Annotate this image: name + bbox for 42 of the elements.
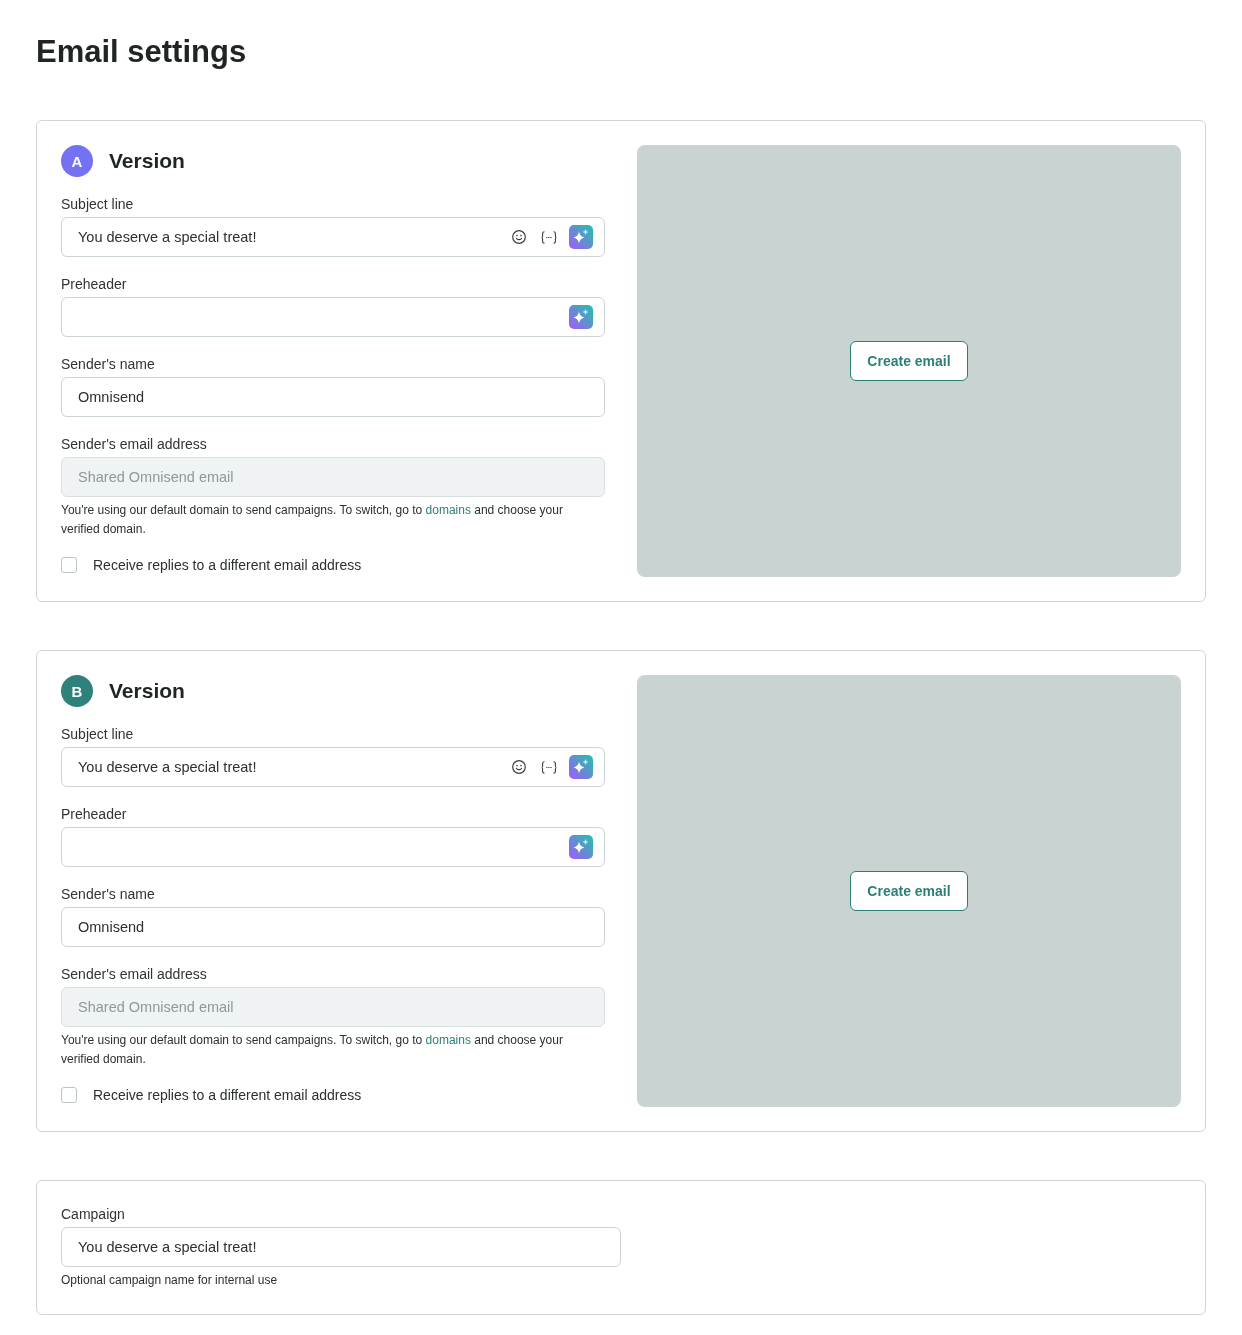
reply-checkbox[interactable] [61, 557, 77, 573]
reply-checkbox[interactable] [61, 1087, 77, 1103]
field-label: Subject line [61, 725, 135, 743]
braces-icon [541, 230, 557, 244]
ai-assist-button[interactable] [569, 225, 593, 249]
domain-hint-text: You're using our default domain to send campaigns. To switch, go to domains and choose your verified domain. [61, 1032, 564, 1068]
emoji-icon [512, 230, 526, 244]
sender-name-input[interactable]: Omnisend [61, 377, 605, 417]
field-label: Preheader [61, 275, 128, 293]
field-label: Sender's name [61, 355, 156, 373]
sparkle-icon [569, 755, 593, 779]
preheader-input[interactable] [61, 297, 605, 337]
create-email-button[interactable]: Create email [850, 871, 968, 911]
ai-assist-button[interactable] [569, 835, 593, 859]
page-title: Email settings [36, 33, 248, 71]
preheader-input[interactable] [61, 827, 605, 867]
subject-line-input[interactable]: You deserve a special treat! [61, 747, 605, 787]
field-label: Sender's email address [61, 965, 208, 983]
sender-name-input[interactable]: Omnisend [61, 907, 605, 947]
domain-hint-text: You're using our default domain to send campaigns. To switch, go to domains and choose your verified domain. [61, 502, 564, 538]
version-badge: A [61, 145, 93, 177]
ai-assist-button[interactable] [569, 755, 593, 779]
sparkle-icon [569, 305, 593, 329]
field-label: Sender's email address [61, 435, 208, 453]
version-title: Version [109, 149, 185, 173]
field-label: Campaign [61, 1205, 126, 1223]
sparkle-icon [569, 225, 593, 249]
braces-icon [541, 760, 557, 774]
field-label: Sender's name [61, 885, 156, 903]
version-badge: B [61, 675, 93, 707]
ai-assist-button[interactable] [569, 305, 593, 329]
campaign-hint-text: Optional campaign name for internal use [61, 1272, 279, 1289]
create-email-button[interactable]: Create email [850, 341, 968, 381]
field-label: Subject line [61, 195, 135, 213]
sparkle-icon [569, 835, 593, 859]
subject-line-input[interactable]: You deserve a special treat! [61, 217, 605, 257]
field-label: Preheader [61, 805, 128, 823]
campaign-name-input[interactable]: You deserve a special treat! [61, 1227, 621, 1267]
version-title: Version [109, 679, 185, 703]
emoji-icon [512, 760, 526, 774]
checkbox-label: Receive replies to a different email address [93, 557, 362, 573]
checkbox-label: Receive replies to a different email address [93, 1087, 362, 1103]
